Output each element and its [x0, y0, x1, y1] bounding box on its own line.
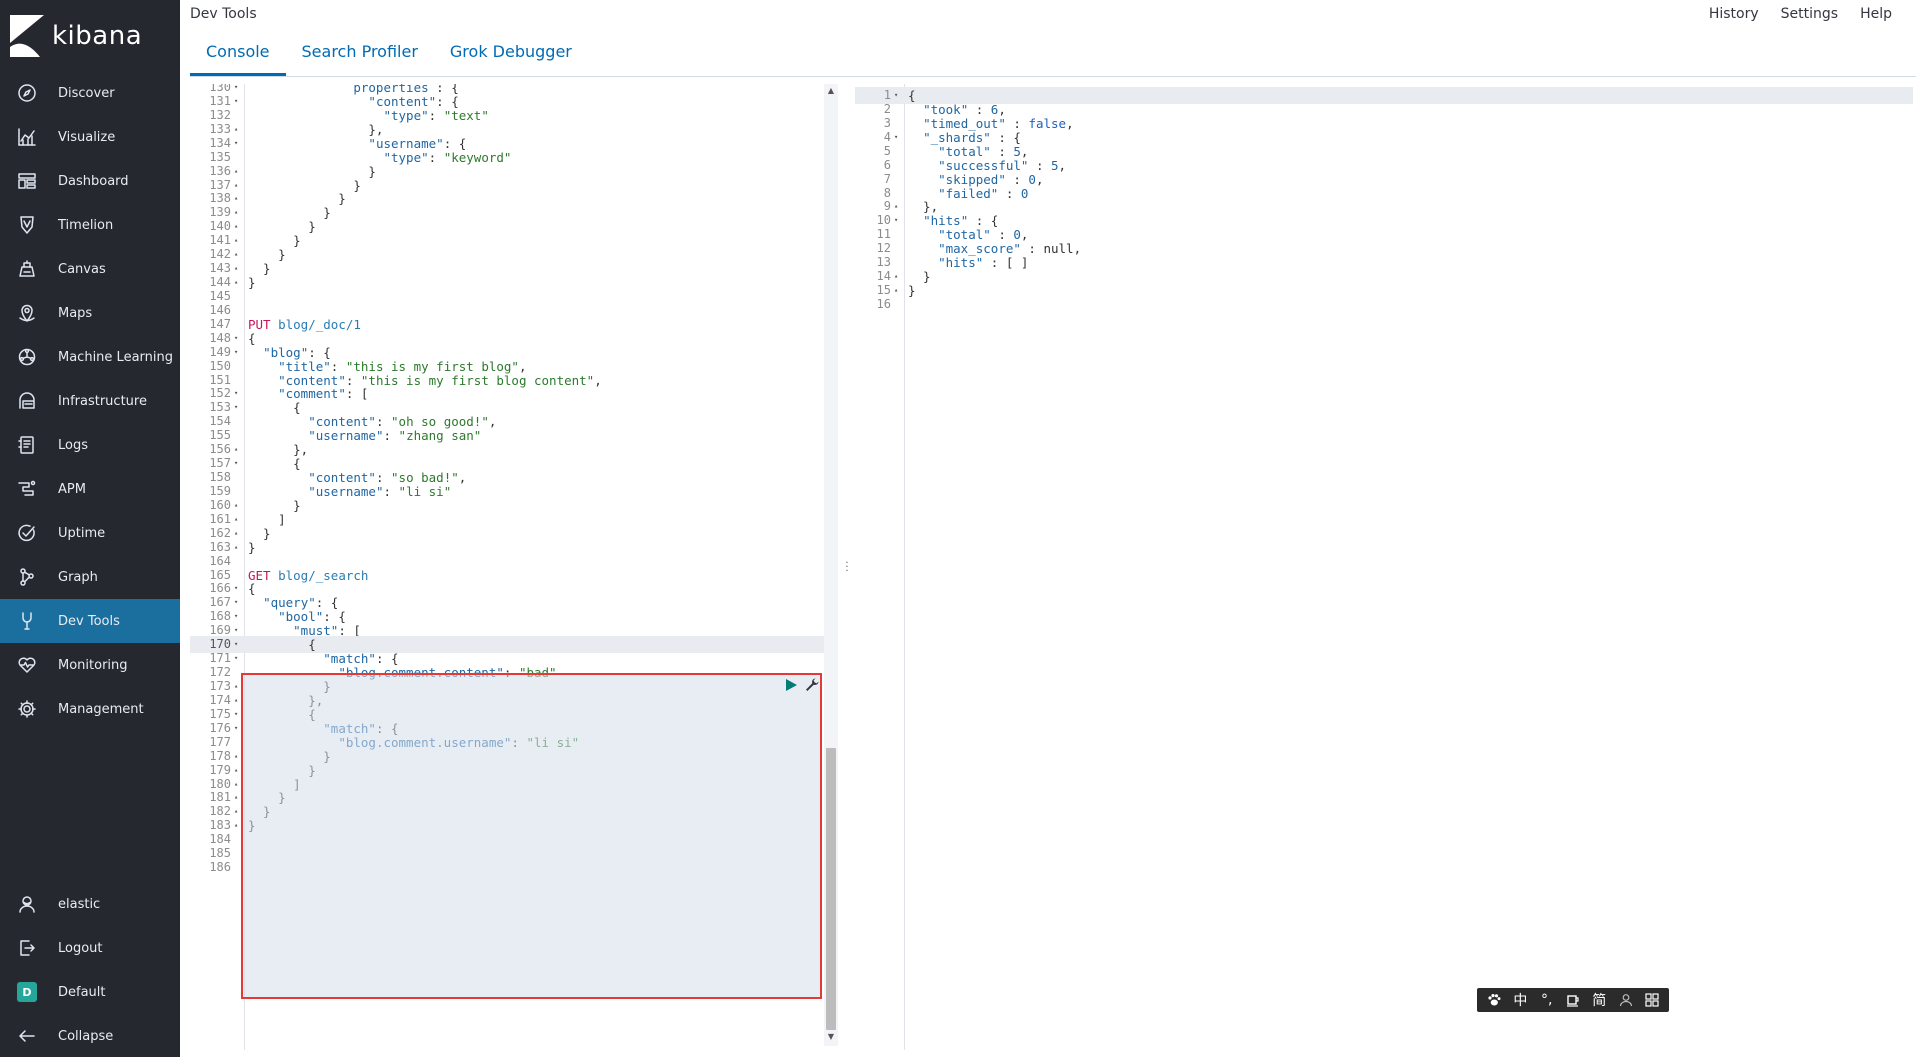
sidebar-item-label: Machine Learning	[58, 349, 173, 365]
sidebar-item-management[interactable]: Management	[0, 687, 180, 731]
paw-icon[interactable]	[1485, 991, 1503, 1009]
sidebar-item-maps[interactable]: Maps	[0, 291, 180, 335]
sidebar-item-apm[interactable]: APM	[0, 467, 180, 511]
sidebar-item-label: Visualize	[58, 129, 116, 145]
sidebar-item-logs[interactable]: Logs	[0, 423, 180, 467]
timelion-icon	[15, 213, 39, 237]
sidebar-item-label: Collapse	[58, 1028, 114, 1044]
page-title: Dev Tools	[190, 6, 257, 22]
kibana-logo[interactable]: kibana	[10, 14, 142, 58]
sidebar-item-label: Discover	[58, 85, 115, 101]
ime-simplified[interactable]: 简	[1590, 991, 1608, 1009]
maps-icon	[15, 301, 39, 325]
sidebar-item-label: Dev Tools	[58, 613, 120, 629]
request-editor[interactable]: 130 ▾ properties : {131 ▾ "content": {132 …	[190, 84, 838, 1050]
sidebar-item-label: Timelion	[58, 217, 114, 233]
sidebar-item-elastic[interactable]: elastic	[0, 882, 180, 926]
scroll-up-icon[interactable]: ▲	[824, 86, 838, 98]
line-number: 16	[876, 296, 891, 311]
scroll-thumb[interactable]	[826, 748, 836, 1030]
infrastructure-icon	[15, 389, 39, 413]
sidebar-item-uptime[interactable]: Uptime	[0, 511, 180, 555]
sidebar-item-label: Logs	[58, 437, 88, 453]
tab-grok-debugger[interactable]: Grok Debugger	[434, 34, 588, 76]
sidebar-item-label: Logout	[58, 940, 103, 956]
sidebar-item-discover[interactable]: Discover	[0, 71, 180, 115]
kibana-logo-icon	[10, 15, 44, 57]
canvas-icon	[15, 257, 39, 281]
code-line[interactable]: 186	[190, 859, 838, 876]
header-links: History Settings Help	[1709, 6, 1892, 22]
dashboard-icon	[15, 169, 39, 193]
dev-tools-tabs: Console Search Profiler Grok Debugger	[190, 34, 588, 76]
user-icon[interactable]	[1617, 991, 1635, 1009]
sidebar-item-label: Graph	[58, 569, 98, 585]
machine-learning-icon	[15, 345, 39, 369]
sidebar-item-dashboard[interactable]: Dashboard	[0, 159, 180, 203]
dev-tools-icon	[15, 609, 39, 633]
compass-icon	[15, 81, 39, 105]
help-link[interactable]: Help	[1860, 6, 1892, 22]
sidebar-item-canvas[interactable]: Canvas	[0, 247, 180, 291]
history-link[interactable]: History	[1709, 6, 1759, 22]
sidebar-item-logout[interactable]: Logout	[0, 926, 180, 970]
space-badge-icon: D	[15, 980, 39, 1004]
grid-icon[interactable]	[1643, 991, 1661, 1009]
graph-icon	[15, 565, 39, 589]
line-number: 186	[209, 860, 231, 875]
sidebar-item-label: Monitoring	[58, 657, 128, 673]
logout-icon	[15, 936, 39, 960]
arrow-left-icon	[15, 1024, 39, 1048]
user-icon	[15, 892, 39, 916]
uptime-icon	[15, 521, 39, 545]
apm-icon	[15, 477, 39, 501]
space-badge: D	[17, 982, 37, 1002]
brand-name: kibana	[52, 21, 143, 51]
sidebar-item-label: Uptime	[58, 525, 106, 541]
scroll-down-icon[interactable]: ▼	[824, 1032, 838, 1044]
response-output[interactable]: 1 ▾{2 "took" : 6, 3 "timed_out" : false, 4 ▾…	[855, 84, 1913, 1050]
sidebar-item-visualize[interactable]: Visualize	[0, 115, 180, 159]
settings-link[interactable]: Settings	[1781, 6, 1838, 22]
sidebar-item-label: Maps	[58, 305, 93, 321]
sidebar: kibana Discover Visualize Dashboard Timelio…	[0, 0, 180, 1057]
logs-icon	[15, 433, 39, 457]
monitoring-icon	[15, 653, 39, 677]
sidebar-item-machine-learning[interactable]: Machine Learning	[0, 335, 180, 379]
sidebar-item-label: Management	[58, 701, 144, 717]
sidebar-item-collapse[interactable]: Collapse	[0, 1014, 180, 1058]
ime-punctuation[interactable]: °,	[1538, 991, 1556, 1009]
gear-icon	[15, 697, 39, 721]
sidebar-item-label: elastic	[58, 896, 101, 912]
ime-chinese-mode[interactable]: 中	[1511, 991, 1529, 1009]
request-editor-scrollbar[interactable]: ▲ ▼	[824, 84, 838, 1046]
sidebar-item-infrastructure[interactable]: Infrastructure	[0, 379, 180, 423]
visualize-icon	[15, 125, 39, 149]
ime-toolbar: 中 °, 简	[1477, 988, 1669, 1012]
pane-resizer-handle[interactable]: · · ·	[844, 559, 850, 577]
sidebar-item-default[interactable]: D Default	[0, 970, 180, 1014]
tabs-divider	[190, 76, 1916, 77]
cup-icon[interactable]	[1564, 991, 1582, 1009]
code-line[interactable]: 16	[855, 296, 1913, 313]
wrench-icon[interactable]	[804, 677, 820, 693]
tab-console[interactable]: Console	[190, 34, 286, 76]
send-request-button[interactable]	[784, 678, 798, 692]
sidebar-item-label: Infrastructure	[58, 393, 147, 409]
sidebar-item-dev-tools[interactable]: Dev Tools	[0, 599, 180, 643]
sidebar-item-timelion[interactable]: Timelion	[0, 203, 180, 247]
sidebar-item-graph[interactable]: Graph	[0, 555, 180, 599]
sidebar-item-label: APM	[58, 481, 86, 497]
sidebar-item-label: Dashboard	[58, 173, 129, 189]
sidebar-item-label: Canvas	[58, 261, 106, 277]
sidebar-item-monitoring[interactable]: Monitoring	[0, 643, 180, 687]
sidebar-item-label: Default	[58, 984, 106, 1000]
tab-search-profiler[interactable]: Search Profiler	[286, 34, 434, 76]
